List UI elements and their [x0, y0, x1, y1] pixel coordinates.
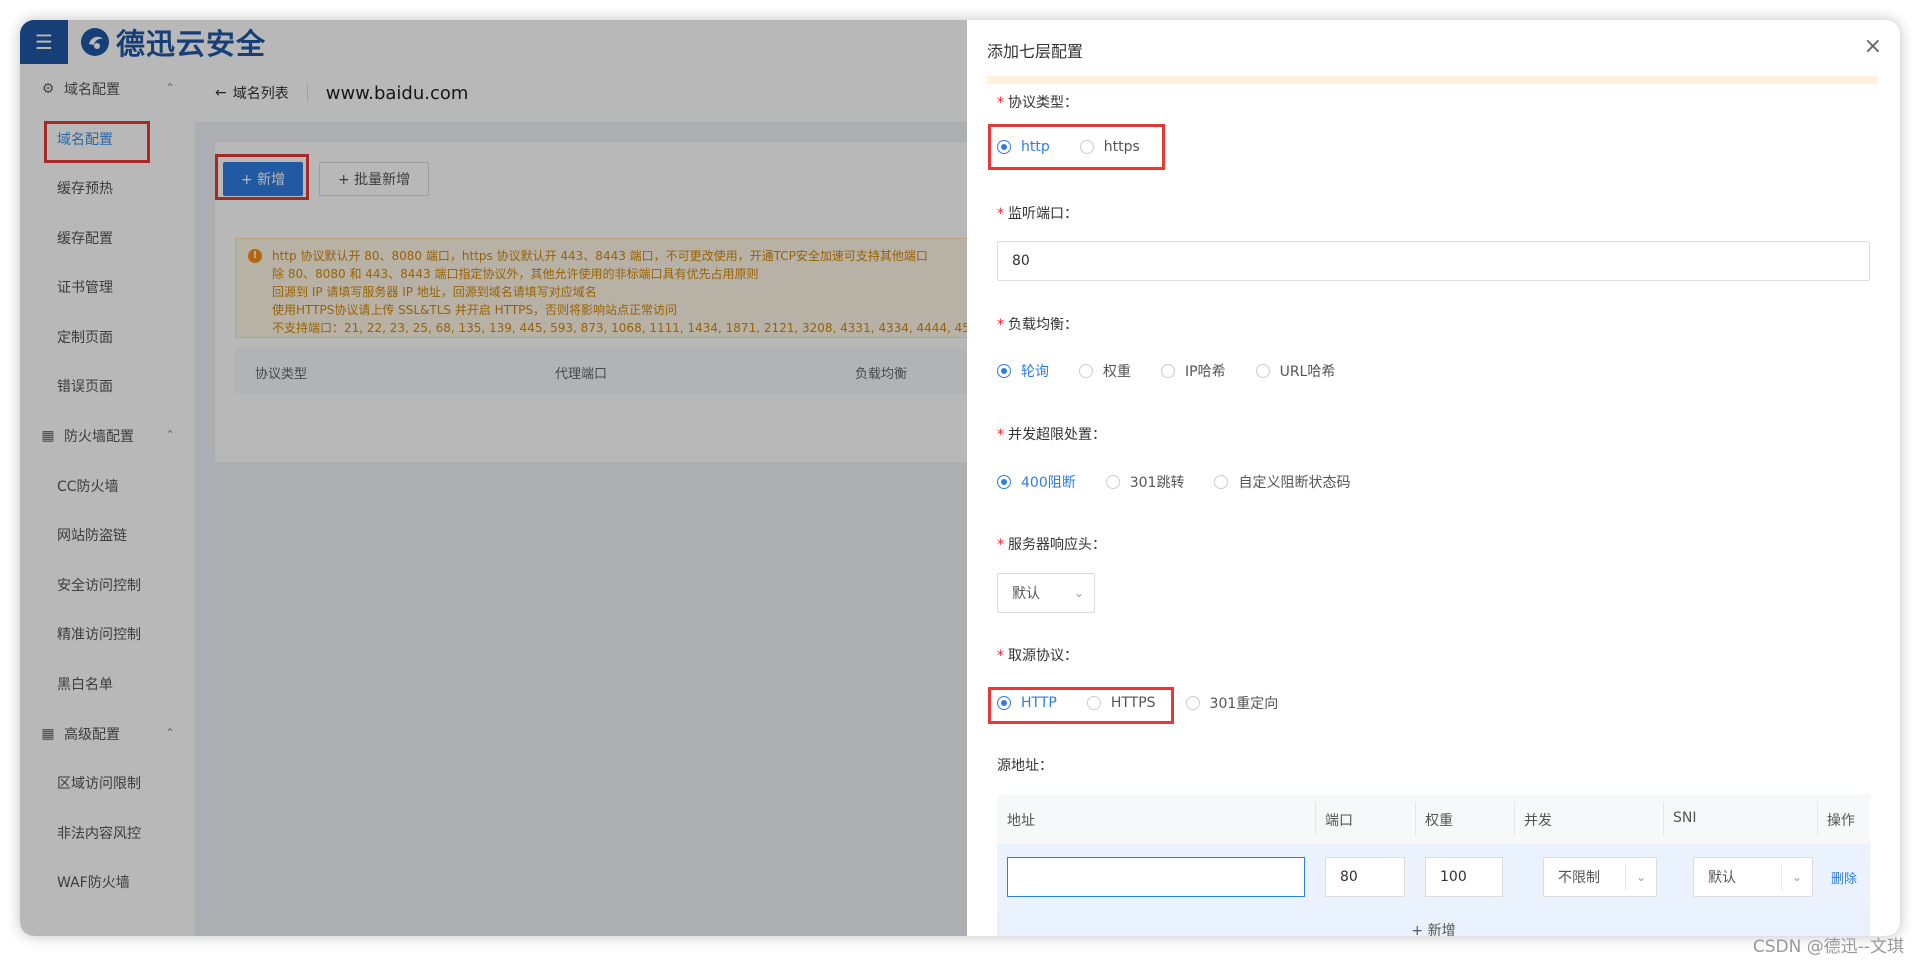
radio-label: 301重定向 — [1209, 696, 1279, 712]
radio-dot — [997, 696, 1011, 710]
radio-dot — [1214, 475, 1229, 489]
table-row: 80 100 不限制 ⌄ 默认 ⌄ 删除 — [997, 844, 1870, 910]
radio-ip-hash[interactable]: IP哈希 — [1161, 361, 1226, 381]
field-label-text: 监听端口： — [1008, 206, 1078, 222]
drawer-notice-edge — [987, 76, 1877, 84]
delete-link[interactable]: 删除 — [1831, 868, 1857, 887]
radio-origin-301[interactable]: 301重定向 — [1185, 693, 1279, 713]
radio-origin-https[interactable]: HTTPS — [1086, 695, 1156, 711]
radio-dot — [1086, 696, 1101, 710]
radio-https[interactable]: https — [1079, 139, 1140, 155]
balance-label: * 负载均衡： — [997, 317, 1078, 333]
divider — [1663, 802, 1664, 836]
select-value: 默认 — [1012, 586, 1040, 602]
app-window: ☰ 德迅云安全 ⚙ 域名配置 ⌃ 域名配置 缓存预热 缓存配置 证书管理 定制页… — [20, 20, 1900, 936]
radio-dot — [1255, 364, 1270, 378]
watermark: CSDN @德迅--文琪 — [1752, 937, 1904, 957]
column-header: 地址 — [1007, 813, 1035, 829]
radio-label: 301跳转 — [1129, 475, 1185, 491]
balance-radio-group: 轮询 权重 IP哈希 URL哈希 — [997, 361, 1365, 381]
radio-dot — [997, 140, 1011, 154]
column-header: 操作 — [1827, 813, 1855, 829]
close-icon[interactable]: × — [1864, 34, 1882, 59]
radio-dot — [1105, 475, 1120, 489]
source-table: 地址 端口 权重 并发 SNI 操作 80 100 不限制 ⌄ 默认 ⌄ 删除 … — [997, 794, 1870, 936]
resp-header-label: * 服务器响应头： — [997, 537, 1106, 553]
radio-label: http — [1021, 139, 1050, 155]
radio-label: https — [1103, 139, 1140, 155]
radio-label: URL哈希 — [1279, 364, 1336, 380]
radio-label: 权重 — [1103, 364, 1131, 380]
add-source-button[interactable]: + 新增 — [997, 910, 1870, 936]
divider — [1817, 802, 1818, 836]
field-label-text: 负载均衡： — [1008, 317, 1078, 333]
field-label-text: 协议类型： — [1008, 95, 1078, 111]
column-header: 权重 — [1425, 813, 1453, 829]
divider — [1315, 802, 1316, 836]
radio-label: 自定义阻断状态码 — [1238, 475, 1351, 491]
radio-label: 400阻断 — [1021, 475, 1076, 491]
drawer-title: 添加七层配置 — [987, 42, 1084, 61]
source-label: 源地址： — [997, 758, 1053, 774]
radio-weight[interactable]: 权重 — [1079, 361, 1131, 381]
origin-protocol-radio-group: HTTP HTTPS 301重定向 — [997, 693, 1308, 713]
radio-dot — [1185, 696, 1200, 710]
column-header: SNI — [1673, 810, 1697, 826]
radio-label: IP哈希 — [1185, 364, 1226, 380]
overflow-label: * 并发超限处置： — [997, 427, 1106, 443]
source-port-input[interactable]: 80 — [1325, 857, 1405, 897]
listen-port-input[interactable]: 80 — [997, 241, 1870, 281]
radio-custom-status[interactable]: 自定义阻断状态码 — [1214, 472, 1350, 492]
radio-301-redirect[interactable]: 301跳转 — [1105, 472, 1185, 492]
sni-select[interactable]: 默认 ⌄ — [1693, 857, 1813, 897]
source-weight-input[interactable]: 100 — [1425, 857, 1503, 897]
chevron-down-icon: ⌄ — [1635, 870, 1647, 884]
divider — [1514, 802, 1515, 836]
concurrency-select[interactable]: 不限制 ⌄ — [1543, 857, 1657, 897]
port-label: * 监听端口： — [997, 206, 1078, 222]
radio-400-block[interactable]: 400阻断 — [997, 472, 1076, 492]
radio-dot — [1161, 364, 1175, 378]
overflow-radio-group: 400阻断 301跳转 自定义阻断状态码 — [997, 472, 1380, 492]
radio-origin-http[interactable]: HTTP — [997, 695, 1057, 711]
radio-label: HTTP — [1021, 695, 1057, 711]
radio-http[interactable]: http — [997, 139, 1050, 155]
radio-dot — [997, 364, 1011, 378]
divider — [1415, 802, 1416, 836]
radio-label: HTTPS — [1110, 695, 1156, 711]
source-table-header: 地址 端口 权重 并发 SNI 操作 — [997, 794, 1870, 844]
radio-label: 轮询 — [1021, 364, 1049, 380]
select-value: 不限制 — [1558, 870, 1600, 886]
column-header: 端口 — [1325, 813, 1353, 829]
radio-dot — [1079, 364, 1093, 378]
origin-protocol-label: * 取源协议： — [997, 648, 1078, 664]
add-config-drawer: 添加七层配置 × * 协议类型： http https * 监听端口： 80 * 负载… — [967, 20, 1900, 936]
resp-header-select[interactable]: 默认 ⌄ — [997, 573, 1095, 613]
radio-dot — [1079, 140, 1094, 154]
field-label-text: 取源协议： — [1008, 648, 1078, 664]
source-address-input[interactable] — [1007, 857, 1305, 897]
column-header: 并发 — [1524, 813, 1552, 829]
field-label-text: 服务器响应头： — [1008, 537, 1106, 553]
protocol-radio-group: http https — [997, 139, 1170, 155]
select-value: 默认 — [1708, 870, 1736, 886]
field-label-text: 并发超限处置： — [1008, 427, 1106, 443]
radio-dot — [997, 475, 1011, 489]
radio-url-hash[interactable]: URL哈希 — [1255, 361, 1336, 381]
radio-round-robin[interactable]: 轮询 — [997, 361, 1049, 381]
protocol-label: * 协议类型： — [997, 95, 1078, 111]
chevron-down-icon: ⌄ — [1073, 586, 1085, 600]
chevron-down-icon: ⌄ — [1791, 870, 1803, 884]
